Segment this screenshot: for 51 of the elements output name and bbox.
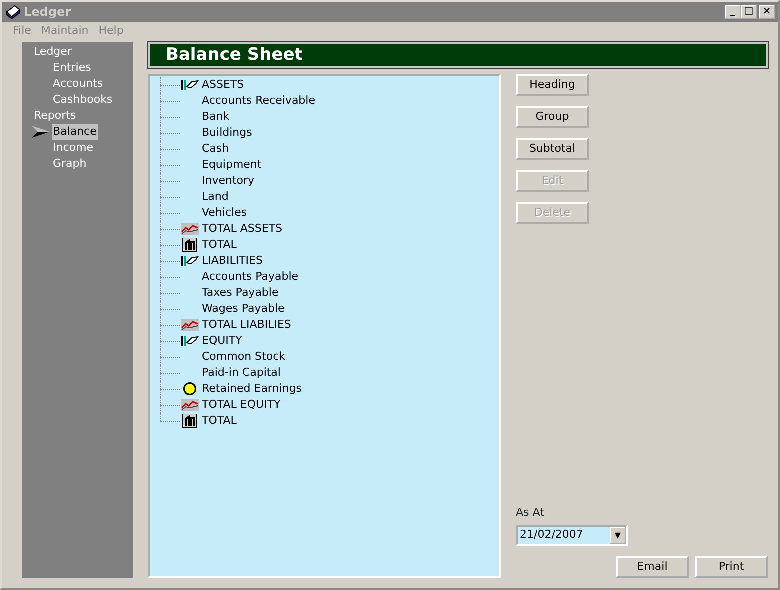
sidebar-item[interactable]: Reports xyxy=(33,109,78,122)
tree-item[interactable]: Accounts Payable xyxy=(202,268,299,286)
close-button[interactable]: × xyxy=(759,5,775,19)
tree-item[interactable]: TOTAL LIABILIES xyxy=(202,316,292,334)
date-label: As At xyxy=(516,504,546,520)
tree-item[interactable]: Land xyxy=(202,188,229,206)
tree-item[interactable]: Accounts Receivable xyxy=(202,92,316,110)
section-header: Balance Sheet xyxy=(148,42,768,68)
minimize-button[interactable]: _ xyxy=(725,5,741,19)
tree-item[interactable]: Bank xyxy=(202,108,230,126)
tree-item[interactable]: Taxes Payable xyxy=(202,284,279,302)
tree-item[interactable]: TOTAL ASSETS xyxy=(202,220,283,238)
line-chart-icon xyxy=(180,318,200,332)
ledger-book-icon xyxy=(5,4,21,20)
hand-pointer-icon xyxy=(180,334,200,348)
tree-item[interactable]: Paid-in Capital xyxy=(202,364,281,382)
tree-item[interactable]: Inventory xyxy=(202,172,255,190)
sidebar-item[interactable]: Entries xyxy=(52,60,92,76)
sidebar-item[interactable]: Accounts xyxy=(52,76,104,92)
footer-button[interactable]: Print xyxy=(695,556,768,578)
line-chart-icon xyxy=(180,222,200,236)
tree-item[interactable]: Wages Payable xyxy=(202,300,285,318)
tree-item[interactable]: Equipment xyxy=(202,156,262,174)
action-button[interactable]: Subtotal xyxy=(516,138,589,160)
sidebar-item[interactable]: Graph xyxy=(52,156,88,172)
tree-item[interactable]: ASSETS xyxy=(202,76,244,94)
tree-item[interactable]: TOTAL xyxy=(202,236,237,254)
tree-item[interactable]: Retained Earnings xyxy=(202,380,302,398)
sidebar-item[interactable]: Cashbooks xyxy=(52,92,114,108)
hand-pointer-icon xyxy=(180,78,200,92)
tree-item[interactable]: Common Stock xyxy=(202,348,286,366)
tree-item[interactable]: TOTAL xyxy=(202,412,237,430)
pointer-arrow-icon xyxy=(32,126,50,138)
dropdown-button[interactable]: ▼ xyxy=(610,527,626,544)
sidebar-item[interactable]: Ledger xyxy=(33,45,73,58)
sidebar-item[interactable]: Income xyxy=(52,140,94,156)
window-title: Ledger xyxy=(24,4,72,21)
tree-item[interactable]: TOTAL EQUITY xyxy=(202,396,281,414)
tree-item[interactable]: LIABILITIES xyxy=(202,252,263,270)
hand-pointer-icon xyxy=(180,254,200,268)
footer-button[interactable]: Email xyxy=(616,556,689,578)
tree-item[interactable]: Buildings xyxy=(202,124,252,142)
date-combo[interactable]: 21/02/2007 ▼ xyxy=(516,525,628,546)
action-button[interactable]: Heading xyxy=(516,74,589,96)
tree-item[interactable]: Vehicles xyxy=(202,204,248,222)
tree-item[interactable]: Cash xyxy=(202,140,230,158)
action-button[interactable]: Group xyxy=(516,106,589,128)
line-chart-icon xyxy=(180,398,200,412)
maximize-button[interactable]: □ xyxy=(741,5,757,19)
tree-item[interactable]: EQUITY xyxy=(202,332,242,350)
sidebar-item[interactable]: Balance xyxy=(52,124,98,140)
